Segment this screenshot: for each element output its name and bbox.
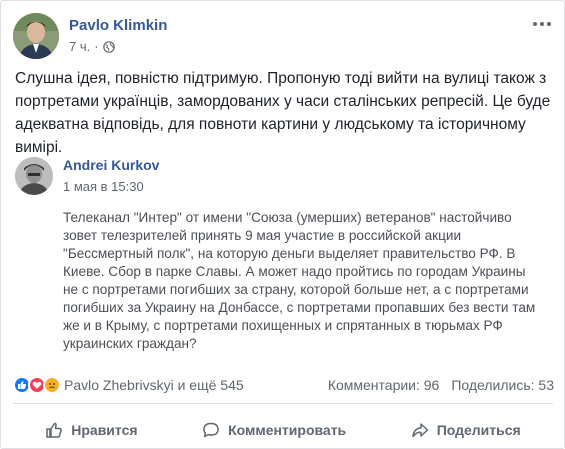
shared-post-text: Телеканал "Интер" от имени "Союза (умерш… — [63, 210, 536, 351]
facebook-post: Pavlo Klimkin 7 ч. · Слушна ідея, повніс… — [0, 0, 565, 449]
reaction-icons[interactable] — [13, 376, 61, 394]
author-avatar[interactable] — [13, 13, 59, 59]
post-meta: 7 ч. · — [69, 39, 115, 54]
post-time[interactable]: 7 ч. — [69, 39, 90, 54]
post-header: Pavlo Klimkin 7 ч. · — [13, 13, 553, 59]
author-name[interactable]: Pavlo Klimkin — [69, 17, 167, 34]
reaction-names[interactable]: Pavlo Zhebrivskyi и ещё 545 — [64, 377, 328, 393]
globe-icon[interactable] — [102, 40, 115, 53]
reactions-bar: Pavlo Zhebrivskyi и ещё 545 Комментарии:… — [13, 375, 554, 395]
like-label: Нравится — [71, 422, 138, 438]
post-text: Слушна ідея, повністю підтримую. Пропону… — [15, 70, 551, 156]
meta-dot: · — [94, 39, 99, 54]
shared-post-date[interactable]: 1 мая в 15:30 — [63, 179, 144, 194]
shared-post: Andrei Kurkov 1 мая в 15:30 Телеканал "И… — [15, 153, 555, 353]
shared-author-name[interactable]: Andrei Kurkov — [63, 157, 159, 173]
share-label: Поделиться — [436, 422, 521, 438]
action-bar: Нравится Комментировать Поделиться — [13, 415, 553, 445]
comment-bubble-icon — [203, 422, 219, 438]
comment-label: Комментировать — [228, 422, 347, 438]
like-button[interactable]: Нравится — [33, 417, 149, 443]
divider — [13, 403, 553, 404]
shares-count[interactable]: Поделились: 53 — [451, 377, 554, 393]
comment-button[interactable]: Комментировать — [190, 417, 358, 443]
shared-author-avatar[interactable] — [15, 157, 53, 195]
thumbs-up-icon — [46, 422, 63, 438]
sad-reaction-icon — [43, 376, 61, 394]
comments-count[interactable]: Комментарии: 96 — [328, 377, 440, 393]
share-button[interactable]: Поделиться — [399, 417, 533, 443]
share-arrow-icon — [411, 423, 428, 438]
more-options-icon[interactable] — [531, 17, 553, 31]
engagement-counts: Комментарии: 96 Поделились: 53 — [328, 377, 554, 393]
